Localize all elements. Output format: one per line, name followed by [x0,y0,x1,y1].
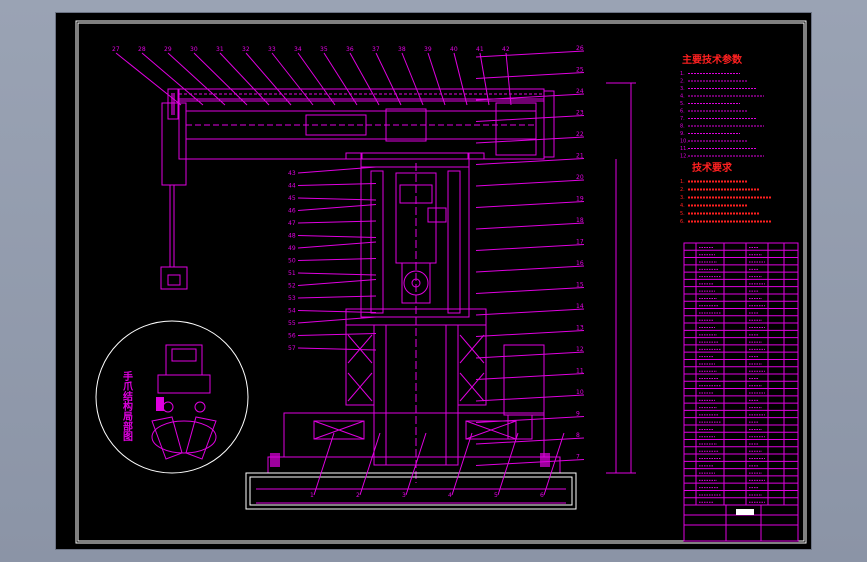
arm-assembly [167,88,555,160]
right-callouts: 26 25 24 23 22 21 20 19 18 17 16 15 14 13 12 11 10 9 8 7 [475,45,585,466]
callout-label: 4 [448,492,452,499]
callout-label: 26 [576,45,584,52]
callout-label: 48 [288,233,296,240]
params-title: 主要技术参数 [682,53,743,66]
callout-label: 37 [372,46,380,53]
reqs-title: 技术要求 [692,161,733,174]
left-callouts: 43 44 45 46 47 48 49 50 51 52 53 54 55 56 57 [288,166,377,352]
callout-label: 57 [288,345,296,352]
param-line: 8. [680,124,685,130]
technical-parameters: 主要技术参数 1. 2.3. 4.5. 6.7. 8.9. 10.11. 12. [680,53,764,160]
callout-label: 18 [576,217,584,224]
callout-label: 29 [164,46,172,53]
callout-label: 45 [288,195,296,202]
callout-label: 1 [310,492,314,499]
callout-label: 28 [138,46,146,53]
callout-label: 49 [288,245,296,252]
param-line: 12. [680,154,688,160]
callout-label: 38 [398,46,406,53]
callout-label: 10 [576,389,584,396]
param-line: 1. [680,71,685,77]
callout-label: 47 [288,220,296,227]
callout-label: 42 [502,46,510,53]
callout-label: 54 [288,308,296,315]
callout-label: 44 [288,183,296,190]
callout-label: 5 [494,492,498,499]
callout-label: 2 [356,492,360,499]
param-line: 3. [680,86,685,92]
param-line: 10. [680,139,688,145]
callout-label: 23 [576,110,584,117]
callout-label: 9 [576,411,580,418]
callout-label: 25 [576,67,584,74]
callout-label: 35 [320,46,328,53]
requirement-line: 2. [680,187,685,193]
title-block [683,504,799,542]
callout-label: 8 [576,432,580,439]
callout-label: 46 [288,208,296,215]
callout-label: 12 [576,346,584,353]
requirement-line: 3. [680,195,685,201]
callout-label: 50 [288,258,296,265]
param-line: 2. [680,79,685,85]
callout-label: 55 [288,320,296,327]
parts-list-table [683,242,799,506]
callout-label: 11 [576,368,584,375]
callout-label: 7 [576,454,580,461]
callout-label: 40 [450,46,458,53]
requirement-line: 4. [680,203,685,209]
callout-label: 24 [576,88,584,95]
callout-label: 56 [288,333,296,340]
callout-label: 39 [424,46,432,53]
callout-label: 14 [576,303,584,310]
detail-label: 手爪结构局部图 [121,370,134,442]
cad-viewport[interactable]: 27 28 29 30 31 32 33 34 35 36 37 38 39 40 41 42 43 44 45 4… [56,13,811,549]
callout-label: 33 [268,46,276,53]
technical-requirements: 技术要求 1. 2. 3. 4. 5. 6. [680,161,772,225]
callout-label: 51 [288,270,296,277]
requirement-line: 6. [680,219,685,225]
callout-label: 34 [294,46,302,53]
requirement-line: 1. [680,179,685,185]
callout-label: 19 [576,196,584,203]
callout-label: 6 [540,492,544,499]
callout-label: 17 [576,239,584,246]
param-line: 7. [680,116,685,122]
param-line: 6. [680,109,685,115]
callout-label: 22 [576,131,584,138]
callout-label: 43 [288,170,296,177]
callout-label: 41 [476,46,484,53]
callout-label: 15 [576,282,584,289]
gripper-detail-view: 手爪结构局部图 [95,320,249,474]
callout-label: 3 [402,492,406,499]
callout-label: 16 [576,260,584,267]
param-line: 5. [680,101,685,107]
callout-label: 32 [242,46,250,53]
callout-label: 30 [190,46,198,53]
callout-label: 36 [346,46,354,53]
callout-label: 27 [112,46,120,53]
base-assembly [245,344,577,510]
callout-label: 53 [288,295,296,302]
param-line: 11. [680,146,688,152]
callout-label: 13 [576,325,584,332]
gripper-cylinder [160,102,188,290]
callout-label: 21 [576,153,584,160]
param-line: 9. [680,131,685,137]
assembly-drawing: 27 28 29 30 31 32 33 34 35 36 37 38 39 40 41 42 4344454… [75,20,807,544]
dimension-lines [606,82,636,474]
callout-label: 52 [288,283,296,290]
callout-label: 31 [216,46,224,53]
requirement-line: 5. [680,211,685,217]
callout-label: 20 [576,174,584,181]
param-line: 4. [680,94,685,100]
